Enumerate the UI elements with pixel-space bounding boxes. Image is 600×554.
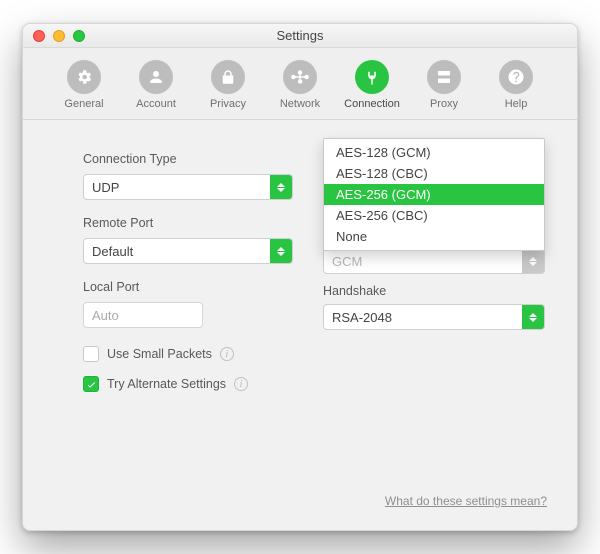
chevron-updown-icon bbox=[270, 239, 292, 263]
plug-icon bbox=[355, 60, 389, 94]
tab-label: Help bbox=[505, 98, 528, 110]
tab-label: General bbox=[64, 98, 103, 110]
alternate-settings-checkbox[interactable] bbox=[83, 376, 99, 392]
user-icon bbox=[139, 60, 173, 94]
tab-account[interactable]: Account bbox=[125, 56, 187, 116]
dropdown-item[interactable]: AES-256 (CBC) bbox=[324, 205, 544, 226]
cipher-dropdown[interactable]: AES-128 (GCM) AES-128 (CBC) AES-256 (GCM… bbox=[323, 138, 545, 251]
select-value: UDP bbox=[92, 180, 119, 195]
tab-connection[interactable]: Connection bbox=[341, 56, 403, 116]
select-value: RSA-2048 bbox=[332, 310, 392, 325]
help-link[interactable]: What do these settings mean? bbox=[385, 494, 547, 508]
tab-network[interactable]: Network bbox=[269, 56, 331, 116]
gear-icon bbox=[67, 60, 101, 94]
connection-type-label: Connection Type bbox=[83, 152, 293, 166]
tab-proxy[interactable]: Proxy bbox=[413, 56, 475, 116]
network-icon bbox=[283, 60, 317, 94]
checkbox-label: Use Small Packets bbox=[107, 347, 212, 361]
info-icon[interactable]: i bbox=[234, 377, 248, 391]
close-icon[interactable] bbox=[33, 30, 45, 42]
lock-icon bbox=[211, 60, 245, 94]
left-column: Connection Type UDP Remote Port Default … bbox=[83, 148, 293, 392]
select-value: Default bbox=[92, 244, 133, 259]
window-title: Settings bbox=[277, 28, 324, 43]
content-area: Connection Type UDP Remote Port Default … bbox=[23, 120, 577, 530]
input-placeholder: Auto bbox=[92, 308, 119, 323]
tab-label: Account bbox=[136, 98, 176, 110]
tab-privacy[interactable]: Privacy bbox=[197, 56, 259, 116]
remote-port-select[interactable]: Default bbox=[83, 238, 293, 264]
tab-label: Privacy bbox=[210, 98, 246, 110]
question-icon bbox=[499, 60, 533, 94]
maximize-icon[interactable] bbox=[73, 30, 85, 42]
small-packets-checkbox[interactable] bbox=[83, 346, 99, 362]
cipher-select-underlay[interactable]: GCM bbox=[323, 248, 545, 274]
titlebar: Settings bbox=[23, 24, 577, 48]
settings-window: Settings General Account Privacy Network bbox=[22, 23, 578, 531]
tab-help[interactable]: Help bbox=[485, 56, 547, 116]
connection-type-select[interactable]: UDP bbox=[83, 174, 293, 200]
local-port-label: Local Port bbox=[83, 280, 293, 294]
tab-label: Network bbox=[280, 98, 320, 110]
checkbox-label: Try Alternate Settings bbox=[107, 377, 226, 391]
server-icon bbox=[427, 60, 461, 94]
local-port-input[interactable]: Auto bbox=[83, 302, 203, 328]
chevron-updown-icon bbox=[522, 305, 544, 329]
handshake-select[interactable]: RSA-2048 bbox=[323, 304, 545, 330]
select-value: GCM bbox=[332, 254, 362, 269]
handshake-label: Handshake bbox=[323, 284, 386, 298]
tab-label: Connection bbox=[344, 98, 400, 110]
remote-port-label: Remote Port bbox=[83, 216, 293, 230]
dropdown-item-selected[interactable]: AES-256 (GCM) bbox=[324, 184, 544, 205]
dropdown-item[interactable]: AES-128 (CBC) bbox=[324, 163, 544, 184]
info-icon[interactable]: i bbox=[220, 347, 234, 361]
toolbar: General Account Privacy Network Connecti… bbox=[23, 48, 577, 120]
dropdown-item[interactable]: AES-128 (GCM) bbox=[324, 142, 544, 163]
window-controls bbox=[33, 30, 85, 42]
chevron-updown-icon bbox=[270, 175, 292, 199]
dropdown-item[interactable]: None bbox=[324, 226, 544, 247]
small-packets-row[interactable]: Use Small Packets i bbox=[83, 346, 293, 362]
tab-general[interactable]: General bbox=[53, 56, 115, 116]
alternate-settings-row[interactable]: Try Alternate Settings i bbox=[83, 376, 293, 392]
tab-label: Proxy bbox=[430, 98, 458, 110]
minimize-icon[interactable] bbox=[53, 30, 65, 42]
chevron-updown-icon bbox=[522, 249, 544, 273]
